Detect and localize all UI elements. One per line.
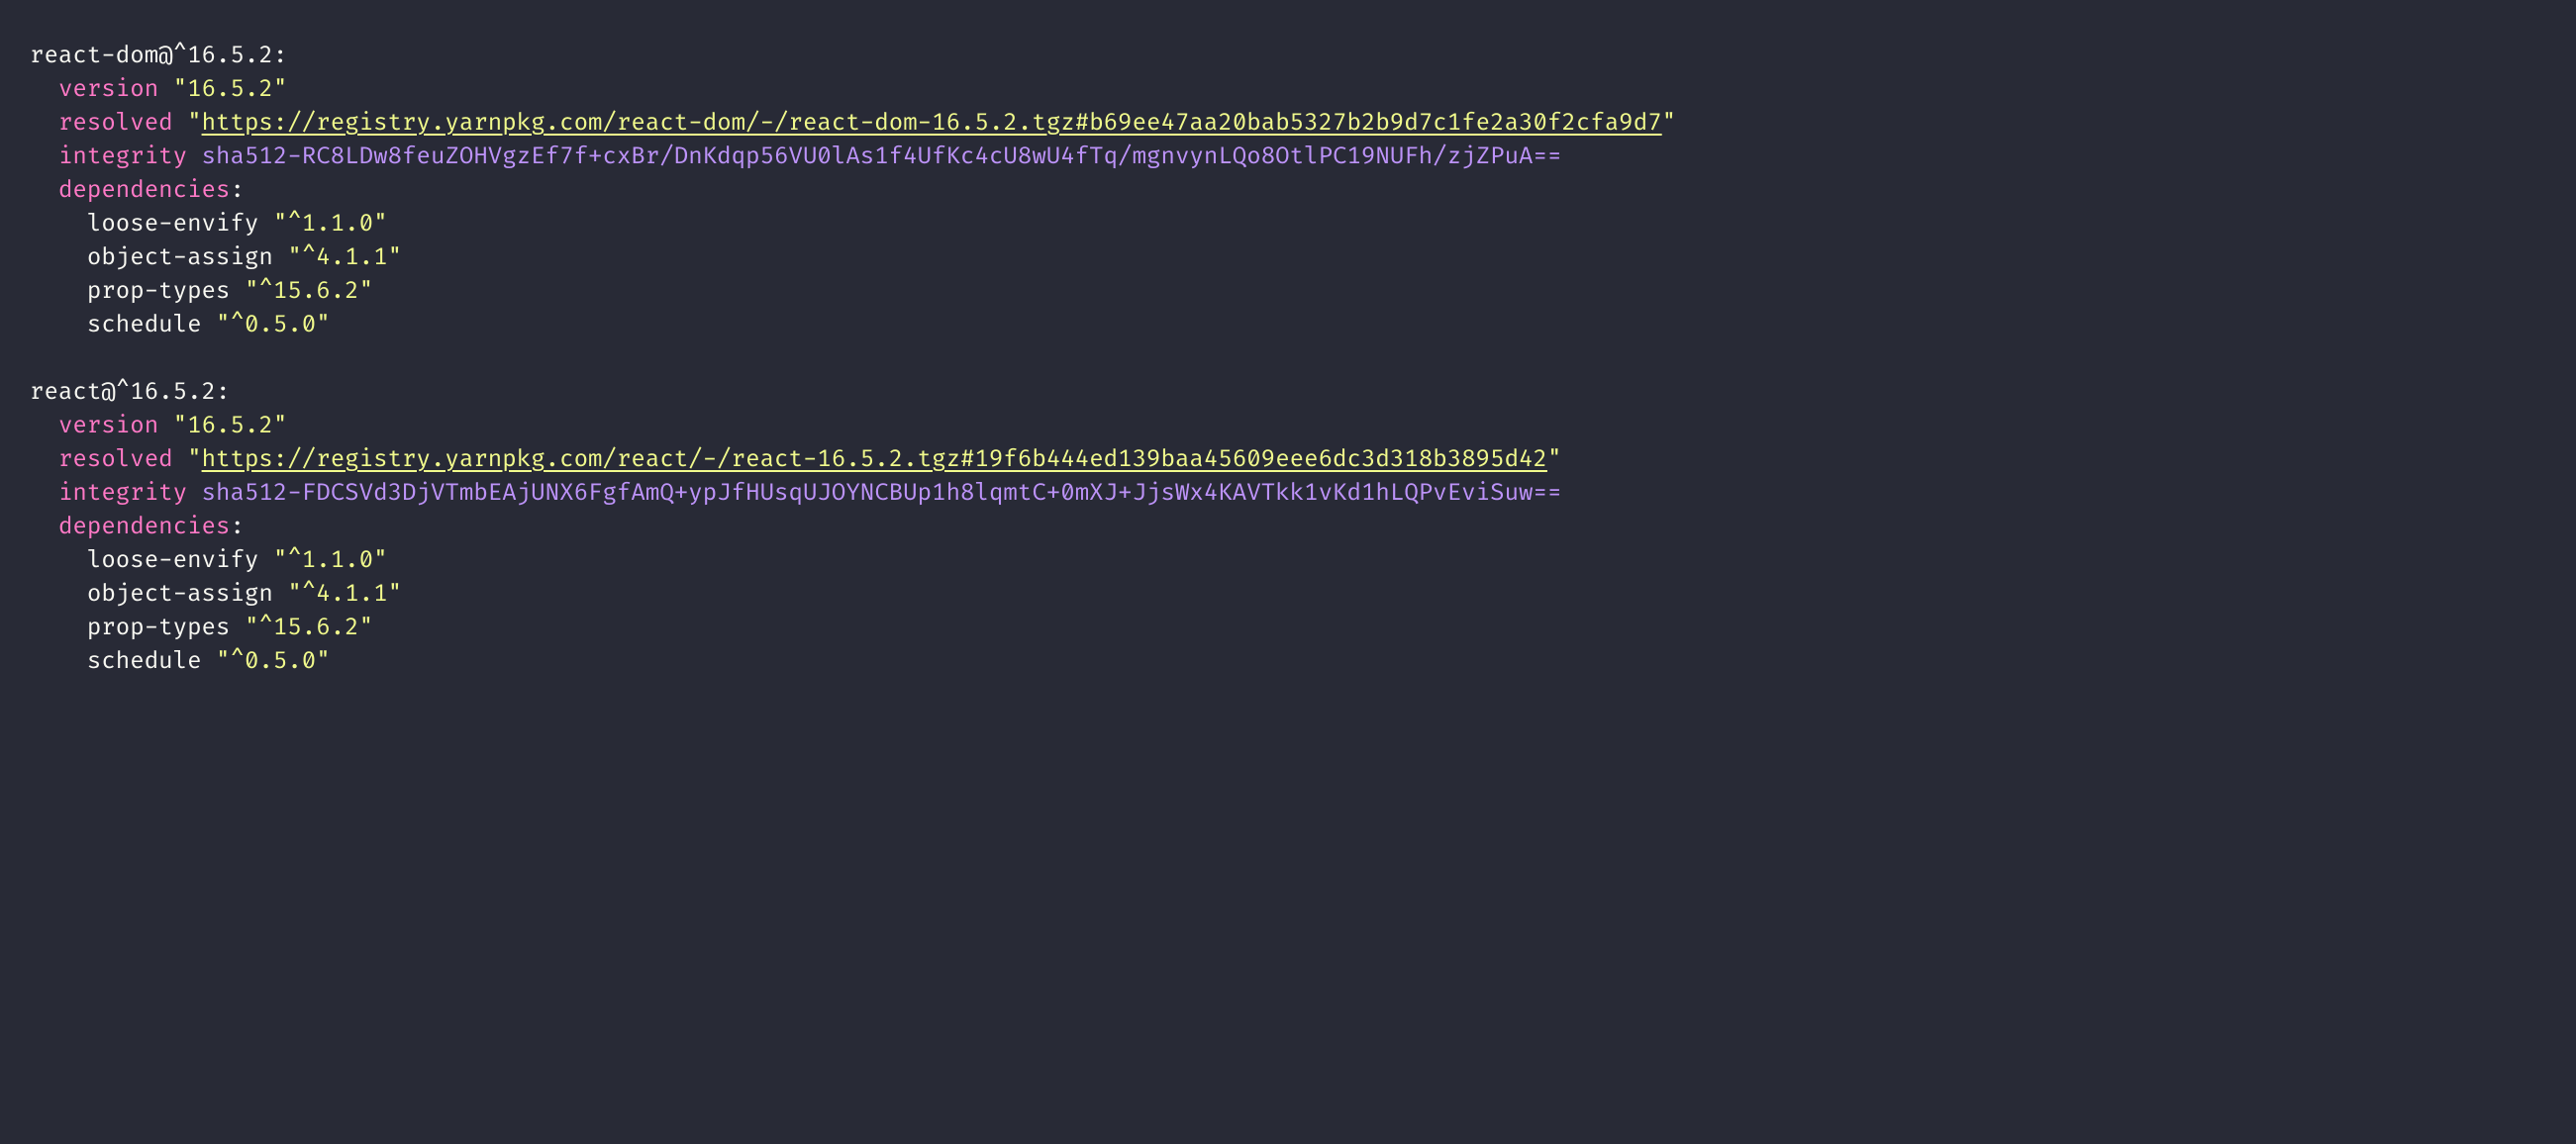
resolved-url-link[interactable]: https://registry.yarnpkg.com/react/-/rea… [202, 445, 1547, 474]
resolved-key: resolved [58, 109, 173, 138]
quote: " [1662, 109, 1676, 138]
quote: " [187, 109, 201, 138]
dependency-name: prop-types [87, 277, 231, 306]
dependency-version: "^1.1.0" [273, 210, 388, 238]
dependency-name: object-assign [87, 243, 273, 272]
dependency-version: "^15.6.2" [245, 614, 373, 642]
dependencies-key: dependencies [58, 176, 231, 205]
dependency-version: "^0.5.0" [216, 311, 331, 339]
dependency-name: object-assign [87, 580, 273, 609]
integrity-value: sha512-RC8LDw8feuZOHVgzEf7f+cxBr/DnKdqp5… [202, 143, 1562, 171]
version-key: version [58, 412, 158, 440]
quote: " [187, 445, 201, 474]
yarn-lock-code: react-dom@^16.5.2: version "16.5.2" reso… [0, 0, 2576, 709]
version-key: version [58, 75, 158, 104]
version-value: "16.5.2" [173, 75, 288, 104]
integrity-value: sha512-FDCSVd3DjVTmbEAjUNX6FgfAmQ+ypJfHU… [202, 479, 1562, 508]
version-value: "16.5.2" [173, 412, 288, 440]
dependency-version: "^4.1.1" [287, 243, 402, 272]
dependency-name: prop-types [87, 614, 231, 642]
dependency-version: "^4.1.1" [287, 580, 402, 609]
dependency-name: schedule [87, 647, 202, 676]
dependency-name: loose-envify [87, 546, 259, 575]
package-header: react-dom@^16.5.2: [30, 42, 287, 70]
dependencies-key: dependencies [58, 513, 231, 541]
integrity-key: integrity [58, 143, 187, 171]
resolved-url-link[interactable]: https://registry.yarnpkg.com/react-dom/-… [202, 109, 1662, 138]
dependency-version: "^0.5.0" [216, 647, 331, 676]
package-header: react@^16.5.2: [30, 378, 230, 407]
dependency-name: schedule [87, 311, 202, 339]
quote: " [1547, 445, 1561, 474]
dependency-version: "^15.6.2" [245, 277, 373, 306]
integrity-key: integrity [58, 479, 187, 508]
dependency-name: loose-envify [87, 210, 259, 238]
resolved-key: resolved [58, 445, 173, 474]
dependency-version: "^1.1.0" [273, 546, 388, 575]
